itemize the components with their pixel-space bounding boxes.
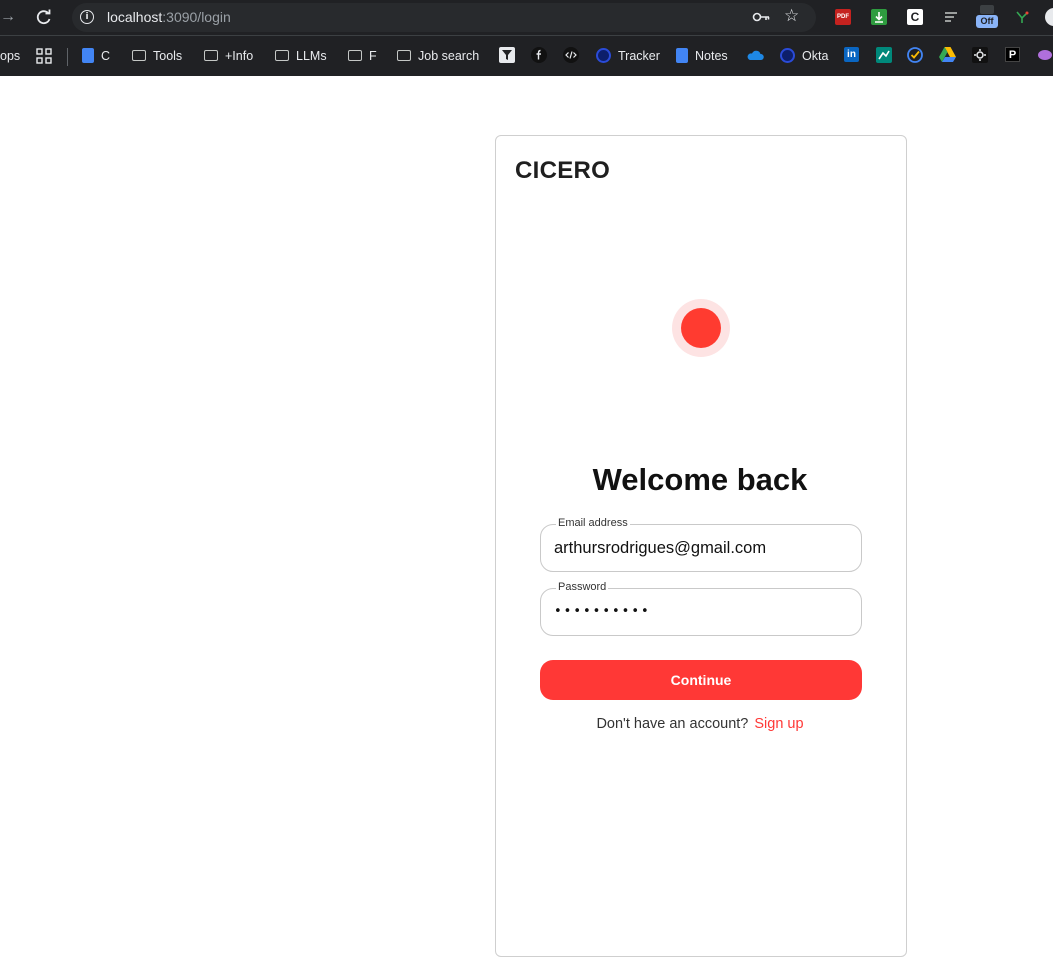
reload-icon[interactable] (35, 8, 53, 26)
password-key-icon[interactable] (752, 9, 770, 25)
folder-icon (275, 50, 289, 62)
tracker-icon (596, 48, 611, 64)
bookmark-folder-tools[interactable]: Tools (132, 46, 182, 66)
site-info-icon[interactable]: i (80, 10, 94, 24)
bookmark-job-search-label: Job search (418, 49, 480, 63)
bookmark-llms-label: LLMs (296, 49, 327, 63)
folder-icon (204, 50, 218, 62)
bookmark-okta-label: Okta (802, 49, 829, 63)
bookmark-folder-job-search[interactable]: Job search (397, 46, 479, 66)
more-bookmark-icon[interactable] (1037, 48, 1053, 62)
recording-indicator-icon (681, 308, 721, 348)
gear-bookmark-icon[interactable] (972, 47, 988, 63)
url-text[interactable]: localhost:3090/login (107, 8, 231, 26)
folder-icon (348, 50, 362, 62)
bookmark-info-label: +Info (225, 49, 254, 63)
email-field[interactable]: Email address (540, 516, 862, 572)
url-host: localhost (107, 9, 163, 25)
check-bookmark-icon[interactable] (907, 47, 923, 63)
bookmark-okta[interactable]: Okta (780, 46, 828, 66)
email-input[interactable] (554, 539, 844, 558)
pdf-extension-icon[interactable]: PDF (835, 9, 851, 25)
okta-icon (780, 48, 795, 64)
onedrive-icon[interactable] (747, 48, 764, 62)
linkedin-icon[interactable]: in (844, 47, 859, 62)
forward-icon[interactable]: → (0, 8, 18, 26)
bookmark-folder-f[interactable]: F (348, 46, 377, 66)
off-extension-icon[interactable]: Off (976, 5, 998, 29)
filter-bookmark-icon[interactable] (499, 47, 515, 63)
google-drive-icon[interactable] (939, 47, 956, 62)
browser-toolbar: → i localhost:3090/login ☆ PDF C Off (0, 0, 1053, 35)
url-path: :3090/login (162, 9, 231, 25)
bookmark-notes[interactable]: Notes (676, 46, 728, 66)
bookmark-apps[interactable]: ops (0, 46, 20, 66)
leaf-extension-icon[interactable] (1014, 9, 1030, 25)
signup-row: Don't have an account? Sign up (495, 716, 905, 732)
code-bookmark-icon[interactable] (563, 47, 579, 63)
brand-logo: CICERO (515, 157, 611, 184)
off-badge: Off (976, 15, 998, 28)
bookmarks-separator (67, 48, 68, 66)
profile-avatar[interactable] (1045, 8, 1053, 26)
chart-bookmark-icon[interactable] (876, 47, 892, 63)
email-label: Email address (556, 516, 630, 530)
bookmark-tracker-label: Tracker (618, 49, 660, 63)
bookmark-star-icon[interactable]: ☆ (784, 7, 802, 25)
bookmark-f-label: F (369, 49, 377, 63)
password-field[interactable]: Password •••••••••• (540, 580, 862, 636)
signup-link[interactable]: Sign up (754, 716, 803, 732)
apps-grid-icon[interactable] (36, 48, 52, 64)
f-bookmark-icon[interactable] (531, 47, 547, 63)
p-bookmark-icon[interactable]: P (1005, 47, 1020, 62)
bookmark-tools-label: Tools (153, 49, 183, 63)
list-extension-icon[interactable] (943, 9, 959, 25)
continue-button[interactable]: Continue (540, 660, 862, 700)
c-extension-icon[interactable]: C (907, 9, 923, 25)
page-title: Welcome back (592, 462, 808, 497)
password-input[interactable]: •••••••••• (554, 604, 844, 619)
google-docs-icon (82, 48, 94, 64)
google-docs-icon (676, 48, 688, 64)
bookmark-c-label: C (101, 49, 111, 63)
password-label: Password (556, 580, 609, 594)
download-extension-icon[interactable] (871, 9, 887, 25)
signup-prompt: Don't have an account? (596, 716, 749, 732)
bookmarks-bar: ops C Tools +Info LLMs F Job search Trac… (0, 35, 1053, 76)
folder-icon (132, 50, 146, 62)
bookmark-tracker[interactable]: Tracker (596, 46, 660, 66)
bookmark-notes-label: Notes (695, 49, 728, 63)
folder-icon (397, 50, 411, 62)
off-extension-body (980, 5, 994, 14)
bookmark-folder-info[interactable]: +Info (204, 46, 253, 66)
bookmark-c[interactable]: C (82, 46, 110, 66)
bookmark-folder-llms[interactable]: LLMs (275, 46, 327, 66)
